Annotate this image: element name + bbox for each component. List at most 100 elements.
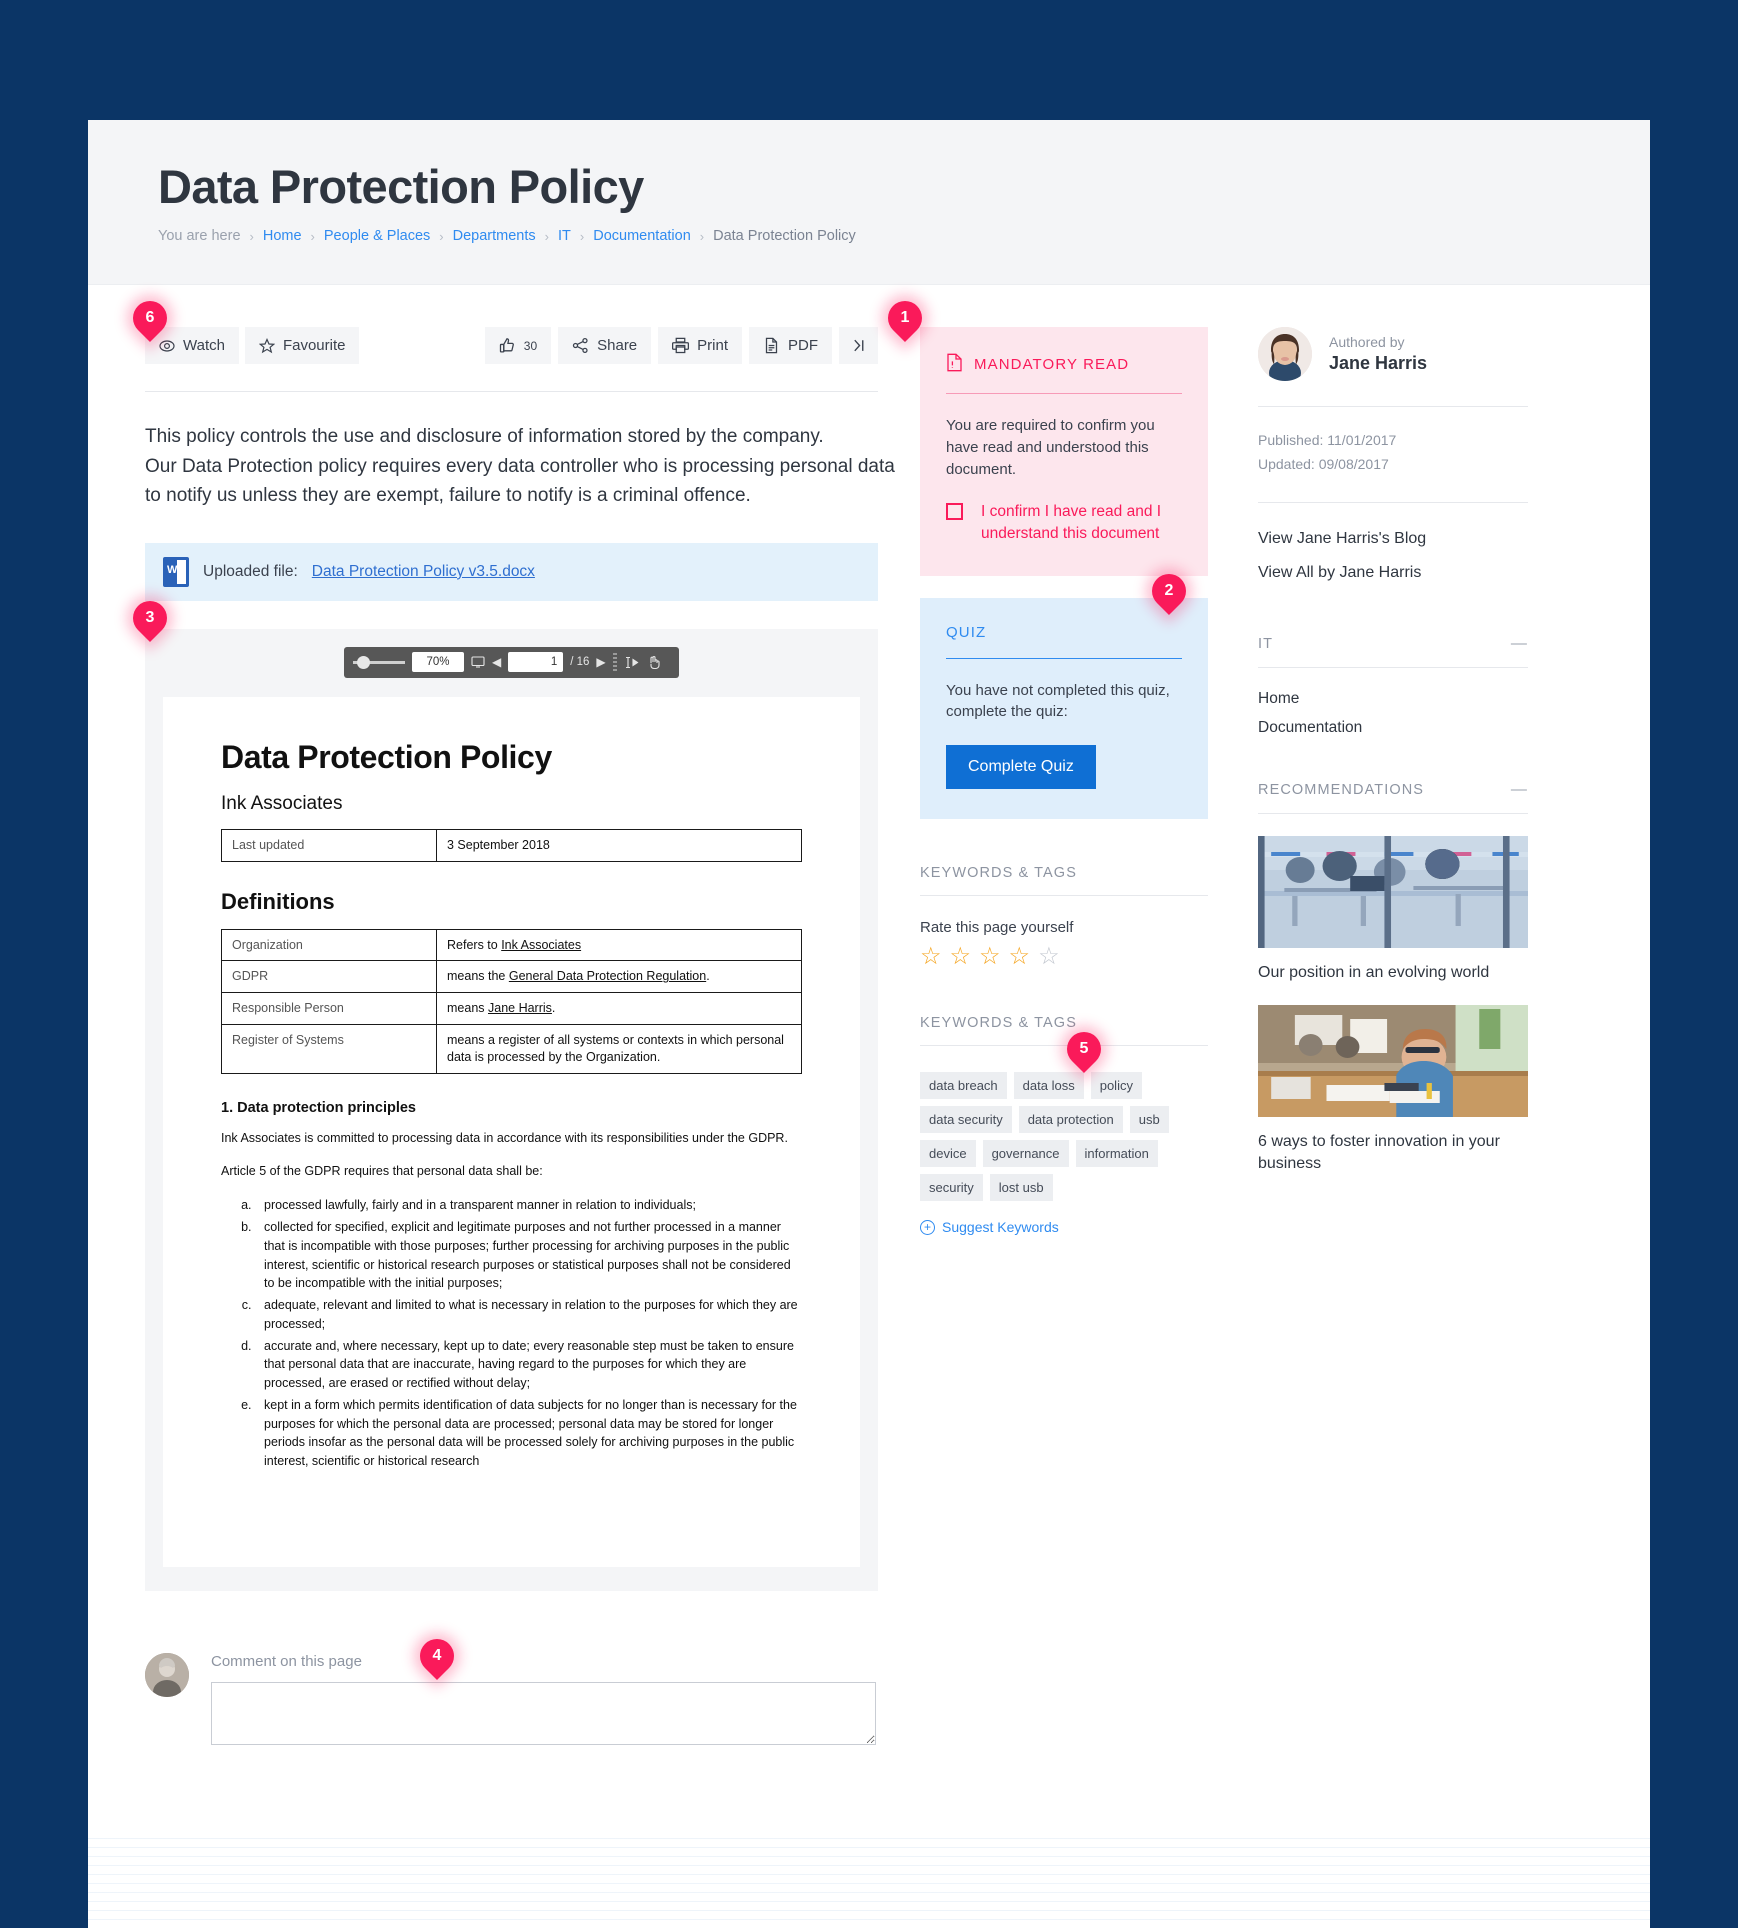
star-icon-2[interactable]: ☆ <box>950 945 972 969</box>
uploaded-file-bar: W Uploaded file: Data Protection Policy … <box>145 542 878 601</box>
suggest-keywords-button[interactable]: + Suggest Keywords <box>920 1219 1208 1235</box>
breadcrumb-separator-icon: › <box>310 228 315 244</box>
table-row: Responsible Person means Jane Harris. <box>221 992 802 1026</box>
mandatory-read-card: MANDATORY READ You are required to confi… <box>920 327 1208 576</box>
mandatory-read-rule <box>946 393 1182 395</box>
zoom-level-input[interactable]: 70% <box>412 652 464 673</box>
chevron-right-bar-icon <box>850 337 867 354</box>
fit-page-icon[interactable] <box>471 656 485 668</box>
print-button[interactable]: Print <box>658 327 742 365</box>
toolbar-divider <box>145 391 878 393</box>
page-number-input[interactable]: 1 <box>508 652 564 673</box>
doc-title: Data Protection Policy <box>221 738 552 775</box>
updated-date: Updated: 09/08/2017 <box>1258 456 1389 473</box>
annotation-pin-3: 3 <box>125 593 175 642</box>
tag-item[interactable]: lost usb <box>989 1174 1053 1202</box>
breadcrumb-current: Data Protection Policy <box>713 228 856 245</box>
table-row: Organization Refers to Ink Associates <box>221 928 802 962</box>
published-date: Published: 11/01/2017 <box>1258 432 1397 449</box>
list-item: processed lawfully, fairly and in a tran… <box>255 1196 802 1215</box>
list-item: accurate and, where necessary, kept up t… <box>255 1337 802 1393</box>
alert-document-icon <box>946 353 963 376</box>
publish-dates: Published: 11/01/2017 Updated: 09/08/201… <box>1258 429 1528 477</box>
plus-circle-icon: + <box>920 1219 935 1235</box>
recommendation-image-2[interactable] <box>1258 1005 1528 1118</box>
toolbar-right-group: 30 Share Print PDF <box>484 327 878 365</box>
recommendations-section: RECOMMENDATIONS — Our position in an evo… <box>1258 781 1528 1175</box>
star-icon-4[interactable]: ☆ <box>1009 945 1031 969</box>
intro-line-2: Our Data Protection policy requires ever… <box>145 455 895 477</box>
list-item: kept in a form which permits identificat… <box>255 1396 802 1471</box>
previous-page-icon[interactable]: ◀ <box>492 655 501 669</box>
favourite-button[interactable]: Favourite <box>244 327 360 365</box>
collapse-minus-icon[interactable]: — <box>1511 635 1528 653</box>
breadcrumb-separator-icon: › <box>249 228 254 244</box>
hand-tool-icon[interactable] <box>647 655 661 670</box>
collapse-minus-icon[interactable]: — <box>1511 781 1528 799</box>
toolbar-grip-icon <box>612 653 617 672</box>
tag-item[interactable]: usb <box>1129 1106 1169 1134</box>
it-link-home[interactable]: Home <box>1258 684 1528 713</box>
star-icon-1[interactable]: ☆ <box>920 945 942 969</box>
breadcrumb-item-home[interactable]: Home <box>263 228 302 244</box>
recommendation-caption-2[interactable]: 6 ways to foster innovation in your busi… <box>1258 1131 1528 1174</box>
definition-value: means Jane Harris. <box>436 992 802 1026</box>
tag-item[interactable]: data breach <box>920 1072 1007 1100</box>
star-rating[interactable]: ☆ ☆ ☆ ☆ ☆ <box>920 945 1208 969</box>
tag-item[interactable]: security <box>920 1174 983 1202</box>
tag-item[interactable]: policy <box>1090 1072 1142 1100</box>
comment-input[interactable] <box>211 1681 876 1745</box>
suggest-keywords-label: Suggest Keywords <box>942 1219 1059 1236</box>
view-author-blog-link[interactable]: View Jane Harris's Blog <box>1258 525 1528 553</box>
document-page: Data Protection Policy Ink Associates La… <box>163 696 860 1567</box>
doc-meta-key: Last updated <box>221 828 437 862</box>
tag-item[interactable]: information <box>1075 1140 1158 1168</box>
zoom-slider-knob[interactable] <box>357 655 370 669</box>
doc-meta-table: Last updated 3 September 2018 <box>221 828 802 862</box>
checkbox-icon[interactable] <box>946 502 963 520</box>
pdf-button[interactable]: PDF <box>749 327 832 365</box>
tag-item[interactable]: data loss <box>1013 1072 1084 1100</box>
quiz-body: You have not completed this quiz, comple… <box>946 681 1170 721</box>
definition-term: Responsible Person <box>221 992 437 1026</box>
breadcrumb-item-documentation[interactable]: Documentation <box>593 228 691 244</box>
uploaded-file-prefix: Uploaded file: <box>203 562 298 580</box>
word-file-icon: W <box>163 556 189 587</box>
doc-subtitle: Ink Associates <box>221 792 343 814</box>
uploaded-file-link[interactable]: Data Protection Policy v3.5.docx <box>312 563 535 581</box>
keywords-section-title: KEYWORDS & TAGS <box>920 1015 1077 1032</box>
breadcrumb-item-departments[interactable]: Departments <box>453 228 536 244</box>
favourite-label: Favourite <box>282 337 346 355</box>
breadcrumb-item-people-places[interactable]: People & Places <box>324 228 430 244</box>
doc-paragraph-2: Article 5 of the GDPR requires that pers… <box>221 1163 543 1178</box>
word-file-icon-letter: W <box>167 563 178 576</box>
tag-item[interactable]: device <box>920 1140 976 1168</box>
recommendation-image-1[interactable] <box>1258 835 1528 948</box>
doc-meta-value: 3 September 2018 <box>436 828 802 862</box>
it-link-documentation[interactable]: Documentation <box>1258 713 1528 742</box>
share-button[interactable]: Share <box>558 327 652 365</box>
complete-quiz-button[interactable]: Complete Quiz <box>946 745 1096 790</box>
breadcrumb-separator-icon: › <box>439 228 444 244</box>
page-header: Data Protection Policy You are here › Ho… <box>88 120 1650 286</box>
tag-item[interactable]: governance <box>982 1140 1069 1168</box>
view-all-by-author-link[interactable]: View All by Jane Harris <box>1258 559 1528 587</box>
intro-line-1: This policy controls the use and disclos… <box>145 426 824 448</box>
confirm-read-checkbox-row[interactable]: I confirm I have read and I understand t… <box>946 501 1182 546</box>
tag-item[interactable]: data security <box>920 1106 1012 1134</box>
next-page-icon[interactable]: ▶ <box>596 655 605 669</box>
collapse-sidebar-button[interactable] <box>839 327 878 365</box>
tag-item[interactable]: data protection <box>1018 1106 1123 1134</box>
like-button[interactable]: 30 <box>484 327 552 365</box>
star-icon-3[interactable]: ☆ <box>979 945 1001 969</box>
star-icon-5[interactable]: ☆ <box>1038 945 1060 969</box>
annotation-pin-4: 4 <box>412 1631 462 1680</box>
definition-value: means a register of all systems or conte… <box>436 1024 802 1074</box>
breadcrumb-item-it[interactable]: IT <box>558 228 571 244</box>
breadcrumb-prefix: You are here <box>158 228 241 245</box>
annotation-pin-4-label: 4 <box>432 1646 442 1664</box>
zoom-slider[interactable] <box>353 655 405 669</box>
quiz-card: 2 QUIZ You have not completed this quiz,… <box>920 566 1208 820</box>
recommendation-caption-1[interactable]: Our position in an evolving world <box>1258 962 1528 984</box>
text-select-tool-icon[interactable] <box>624 656 640 669</box>
